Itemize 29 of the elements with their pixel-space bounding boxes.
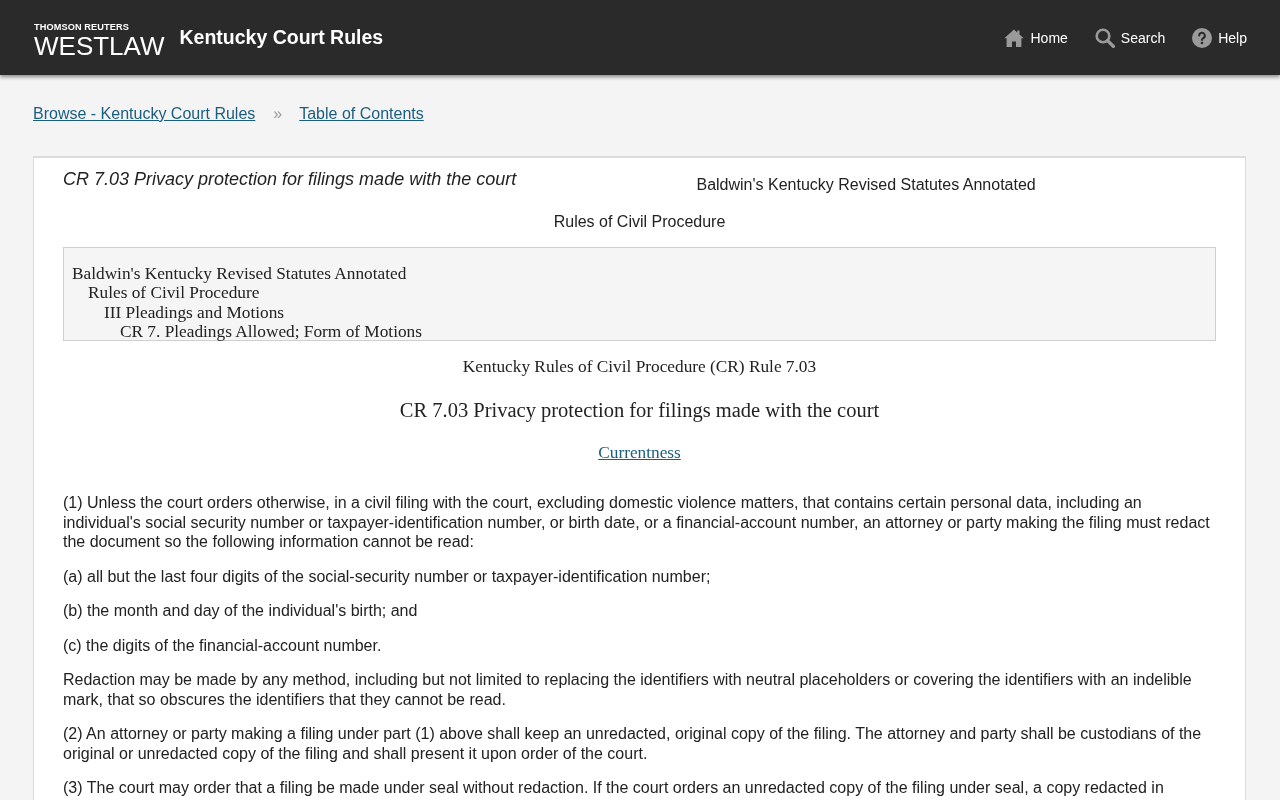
breadcrumb-link[interactable]: Table of Contents <box>299 105 424 123</box>
rule-paragraph: (3) The court may order that a filing be made under seal without redaction. If the court orders an unredacted copy of the filing under seal, a copy redacted in <box>63 778 1165 798</box>
rule-citation: Kentucky Rules of Civil Procedure (CR) Rule 7.03 <box>462 357 817 377</box>
rule-paragraph: (a) all but the last four digits of the social-security number or taxpayer-identification number; <box>63 566 712 586</box>
logo-wordmark: WESTLAW <box>34 33 165 58</box>
source-title: Baldwin's Kentucky Revised Statutes Annotated <box>696 176 1036 194</box>
breadcrumb-separator: » <box>273 105 283 123</box>
help-link[interactable]: Help <box>1192 27 1247 48</box>
outline-item: Rules of Civil Procedure <box>88 283 260 303</box>
breadcrumb-link[interactable]: Browse - Kentucky Court Rules <box>33 105 256 123</box>
subtitle: Rules of Civil Procedure <box>553 213 726 231</box>
rule-heading: CR 7.03 Privacy protection for filings made with the court <box>399 398 880 422</box>
search-icon <box>1094 27 1115 48</box>
currentness-link[interactable]: Currentness <box>598 443 681 463</box>
rule-paragraph: (2) An attorney or party making a filing under part (1) above shall keep an unredacted, original copy of the filing. The attorney and party shall be custodians of the original or unredacted copy of the filing and shall present it upon order of the court. <box>63 724 1203 763</box>
outline-item: CR 7. Pleadings Allowed; Form of Motions <box>120 321 422 342</box>
search-link[interactable]: Search <box>1094 27 1166 48</box>
rule-paragraph: (c) the digits of the financial-account number. <box>63 635 383 655</box>
home-link[interactable]: Home <box>1004 28 1068 47</box>
home-icon <box>1004 28 1025 47</box>
rule-paragraph: (b) the month and day of the individual's birth; and <box>63 601 419 621</box>
help-icon <box>1192 27 1213 48</box>
rule-paragraph: Redaction may be made by any method, including but not limited to replacing the identifiers with neutral placeholders or covering the identifiers with an indelible mark, that so obscures the identifiers that they cannot be read. <box>63 670 1193 709</box>
running-title: CR 7.03 Privacy protection for filings made with the court <box>63 168 517 190</box>
outline-item: III Pleadings and Motions <box>104 302 284 322</box>
outline-item: Baldwin's Kentucky Revised Statutes Annotated <box>72 264 407 284</box>
app-title: Kentucky Court Rules <box>179 25 384 49</box>
rule-paragraph: (1) Unless the court orders otherwise, in a civil filing with the court, excluding domestic violence matters, that contains certain personal data, including an individual's social security number or taxpayer-identification number, or birth date, or a financial-account number, an attorney or party making the filing must redact the document so the following information cannot be read: <box>63 493 1211 552</box>
logo-tagline: THOMSON REUTERS <box>34 21 130 32</box>
